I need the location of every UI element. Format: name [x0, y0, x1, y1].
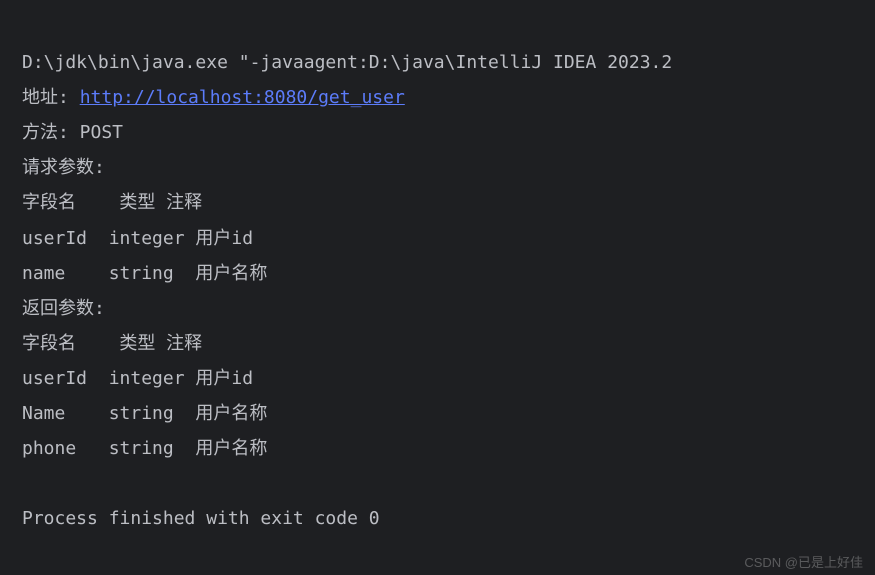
process-finished: Process finished with exit code 0: [22, 508, 380, 529]
request-params-header: 请求参数:: [22, 157, 105, 178]
response-params-header: 返回参数:: [22, 298, 105, 319]
response-row: userId integer 用户id: [22, 368, 253, 389]
request-row: name string 用户名称: [22, 263, 267, 284]
response-table-header: 字段名 类型 注释: [22, 333, 202, 354]
method-line: 方法: POST: [22, 122, 123, 143]
console-output: D:\jdk\bin\java.exe "-javaagent:D:\java\…: [22, 10, 853, 536]
response-row: Name string 用户名称: [22, 403, 267, 424]
command-line: D:\jdk\bin\java.exe "-javaagent:D:\java\…: [22, 52, 672, 73]
address-url-link[interactable]: http://localhost:8080/get_user: [80, 87, 405, 108]
watermark: CSDN @已是上好佳: [744, 556, 863, 569]
response-row: phone string 用户名称: [22, 438, 267, 459]
request-table-header: 字段名 类型 注释: [22, 192, 202, 213]
request-row: userId integer 用户id: [22, 228, 253, 249]
address-label: 地址:: [22, 87, 80, 108]
